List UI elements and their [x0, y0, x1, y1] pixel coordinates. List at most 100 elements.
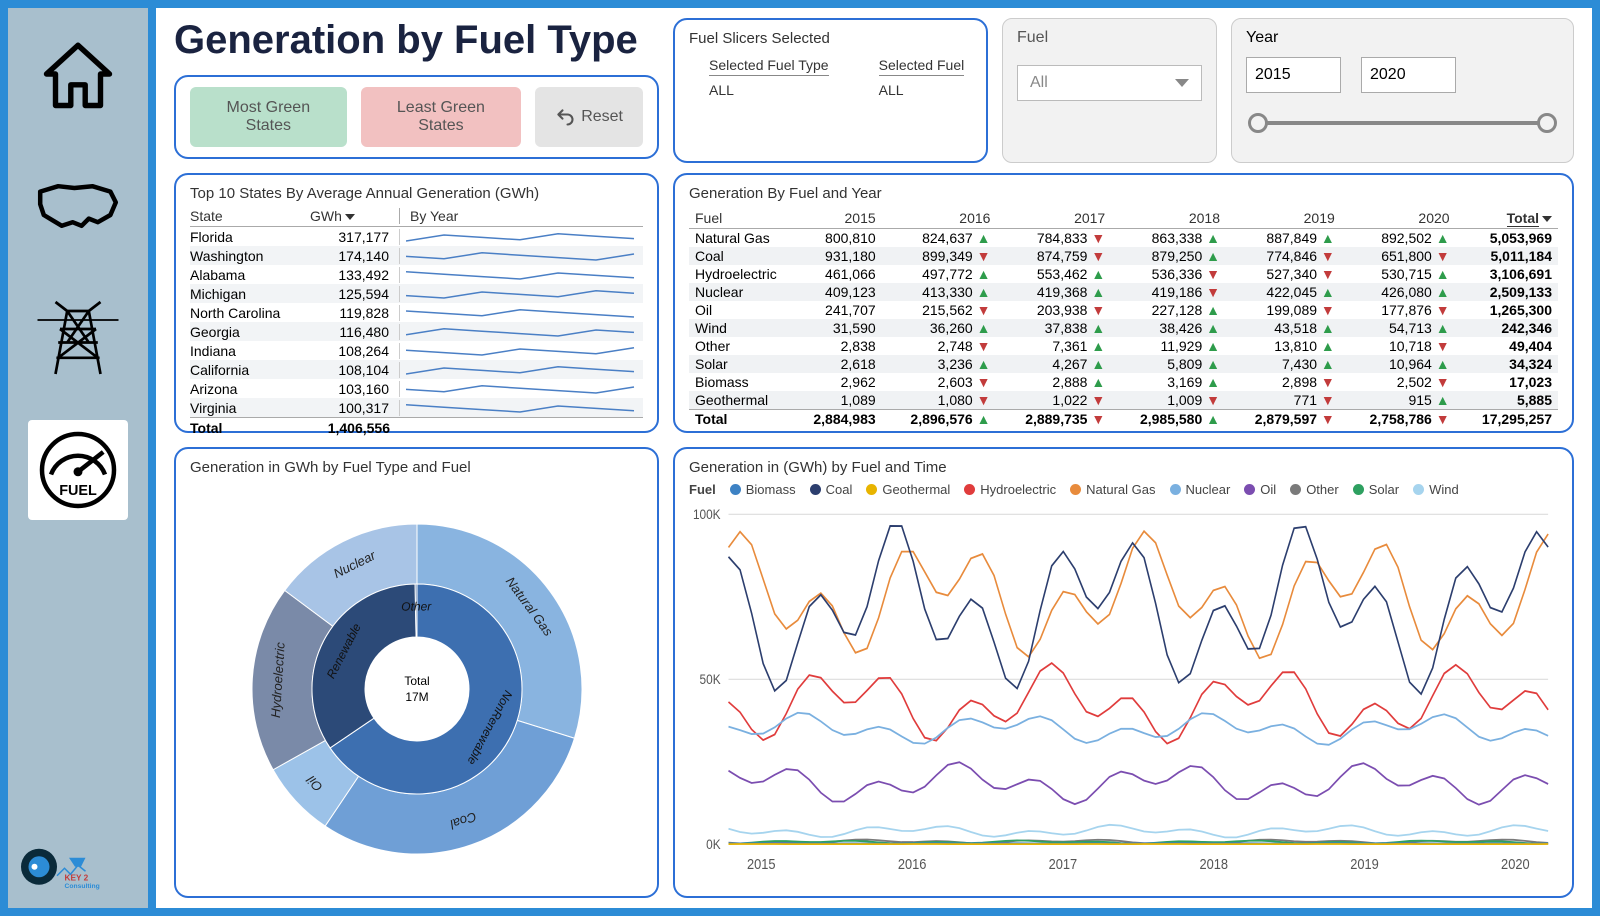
table-row[interactable]: Natural Gas800,810 824,637 ▲784,833 ▼863…: [689, 229, 1558, 248]
legend-item[interactable]: Hydroelectric: [964, 482, 1056, 497]
slicer-info-card: Fuel Slicers Selected Selected Fuel Type…: [673, 18, 988, 163]
fy-row-total: 49,404: [1456, 337, 1558, 355]
nav-transmission[interactable]: [28, 288, 128, 388]
table-row[interactable]: Indiana108,264: [190, 341, 643, 360]
donut-title: Generation in GWh by Fuel Type and Fuel: [190, 459, 643, 476]
donut-chart[interactable]: Natural GasCoalOilHydroelectricNuclearNo…: [227, 504, 607, 864]
fy-cell: 36,260 ▲: [882, 319, 997, 337]
fy-cell: 419,368 ▲: [996, 283, 1111, 301]
fy-row-total: 5,885: [1456, 391, 1558, 410]
donut-panel: Generation in GWh by Fuel Type and Fuel …: [174, 447, 659, 898]
power-tower-icon: [33, 293, 123, 383]
fy-col-header[interactable]: Fuel: [689, 208, 789, 229]
table-row[interactable]: Arizona103,160: [190, 379, 643, 398]
fy-col-header[interactable]: 2019: [1226, 208, 1341, 229]
col-byyear[interactable]: By Year: [400, 208, 643, 224]
year-from-input[interactable]: [1246, 57, 1341, 93]
table-row[interactable]: Georgia116,480: [190, 322, 643, 341]
state-name: Alabama: [190, 267, 310, 283]
legend-item[interactable]: Coal: [810, 482, 853, 497]
fy-cell: 771 ▼: [1226, 391, 1341, 410]
sort-desc-icon: [345, 214, 355, 220]
table-row[interactable]: Michigan125,594: [190, 284, 643, 303]
fy-row-total: 17,023: [1456, 373, 1558, 391]
fy-col-header[interactable]: 2018: [1111, 208, 1226, 229]
fy-cell: 10,718 ▼: [1341, 337, 1456, 355]
col-state[interactable]: State: [190, 208, 310, 224]
year-filter-card: Year: [1231, 18, 1574, 163]
company-logo: KEY 2 Consulting: [18, 818, 138, 888]
slider-handle-right[interactable]: [1537, 113, 1557, 133]
table-row[interactable]: Biomass2,962 2,603 ▼2,888 ▲3,169 ▲2,898 …: [689, 373, 1558, 391]
year-slider[interactable]: [1246, 111, 1559, 135]
year-to-input[interactable]: [1361, 57, 1456, 93]
fuel-dropdown[interactable]: All: [1017, 65, 1202, 101]
svg-text:KEY 2: KEY 2: [65, 873, 89, 882]
fy-row-total: 34,324: [1456, 355, 1558, 373]
fy-cell: 874,759 ▼: [996, 247, 1111, 265]
svg-text:Consulting: Consulting: [65, 883, 100, 890]
state-gwh: 119,828: [310, 305, 400, 321]
table-row[interactable]: Alabama133,492: [190, 265, 643, 284]
fy-cell: 38,426 ▲: [1111, 319, 1226, 337]
least-green-button[interactable]: Least Green States: [361, 87, 522, 147]
fy-col-header[interactable]: 2020: [1341, 208, 1456, 229]
fy-cell: 527,340 ▼: [1226, 265, 1341, 283]
fy-cell: 7,361 ▲: [996, 337, 1111, 355]
fy-cell: 199,089 ▼: [1226, 301, 1341, 319]
table-row[interactable]: North Carolina119,828: [190, 303, 643, 322]
legend-item[interactable]: Nuclear: [1170, 482, 1231, 497]
legend-item[interactable]: Natural Gas: [1070, 482, 1155, 497]
fy-col-header[interactable]: Total: [1456, 208, 1558, 229]
fy-cell: 774,846 ▼: [1226, 247, 1341, 265]
legend-item[interactable]: Geothermal: [866, 482, 950, 497]
slicer-col1-header: Selected Fuel Type: [709, 57, 829, 73]
fy-cell: 2,618: [789, 355, 882, 373]
fy-row-total: 3,106,691: [1456, 265, 1558, 283]
table-row[interactable]: Coal931,180 899,349 ▼874,759 ▼879,250 ▲7…: [689, 247, 1558, 265]
legend-item[interactable]: Oil: [1244, 482, 1276, 497]
nav-home[interactable]: [28, 24, 128, 124]
fy-cell: 879,250 ▲: [1111, 247, 1226, 265]
table-row[interactable]: California108,104: [190, 360, 643, 379]
fy-cell: 43,518 ▲: [1226, 319, 1341, 337]
table-row[interactable]: Oil241,707 215,562 ▼203,938 ▼227,128 ▲19…: [689, 301, 1558, 319]
legend-item[interactable]: Biomass: [730, 482, 796, 497]
table-row[interactable]: Nuclear409,123 413,330 ▲419,368 ▲419,186…: [689, 283, 1558, 301]
home-icon: [33, 29, 123, 119]
svg-text:2019: 2019: [1350, 856, 1379, 872]
fy-cell: 824,637 ▲: [882, 229, 997, 248]
svg-text:2015: 2015: [747, 856, 776, 872]
line-chart[interactable]: 0K50K100K201520162017201820192020: [689, 503, 1558, 876]
nav-states[interactable]: [28, 156, 128, 256]
table-row[interactable]: Virginia100,317: [190, 398, 643, 417]
legend-item[interactable]: Wind: [1413, 482, 1459, 497]
fy-col-header[interactable]: 2015: [789, 208, 882, 229]
table-row[interactable]: Washington174,140: [190, 246, 643, 265]
fy-cell: 536,336 ▼: [1111, 265, 1226, 283]
fy-col-header[interactable]: 2016: [882, 208, 997, 229]
reset-label: Reset: [581, 108, 623, 126]
nav-fuel[interactable]: FUEL: [28, 420, 128, 520]
fy-col-header[interactable]: 2017: [996, 208, 1111, 229]
table-row[interactable]: Florida317,177: [190, 227, 643, 246]
col-gwh[interactable]: GWh: [310, 208, 400, 224]
table-row[interactable]: Geothermal1,089 1,080 ▼1,022 ▼1,009 ▼771…: [689, 391, 1558, 410]
legend-item[interactable]: Solar: [1353, 482, 1399, 497]
state-name: Washington: [190, 248, 310, 264]
table-row[interactable]: Solar2,618 3,236 ▲4,267 ▲5,809 ▲7,430 ▲1…: [689, 355, 1558, 373]
state-gwh: 317,177: [310, 229, 400, 245]
svg-text:0K: 0K: [706, 836, 721, 852]
state-name: Arizona: [190, 381, 310, 397]
line-chart-panel: Generation in (GWh) by Fuel and Time Fue…: [673, 447, 1574, 898]
reset-button[interactable]: Reset: [535, 87, 643, 147]
table-row[interactable]: Hydroelectric461,066 497,772 ▲553,462 ▲5…: [689, 265, 1558, 283]
slider-handle-left[interactable]: [1248, 113, 1268, 133]
svg-text:2017: 2017: [1049, 856, 1078, 872]
table-row[interactable]: Wind31,590 36,260 ▲37,838 ▲38,426 ▲43,51…: [689, 319, 1558, 337]
fy-row-total: 2,509,133: [1456, 283, 1558, 301]
table-row[interactable]: Other2,838 2,748 ▼7,361 ▲11,929 ▲13,810 …: [689, 337, 1558, 355]
most-green-button[interactable]: Most Green States: [190, 87, 347, 147]
top-states-title: Top 10 States By Average Annual Generati…: [190, 185, 643, 202]
legend-item[interactable]: Other: [1290, 482, 1339, 497]
